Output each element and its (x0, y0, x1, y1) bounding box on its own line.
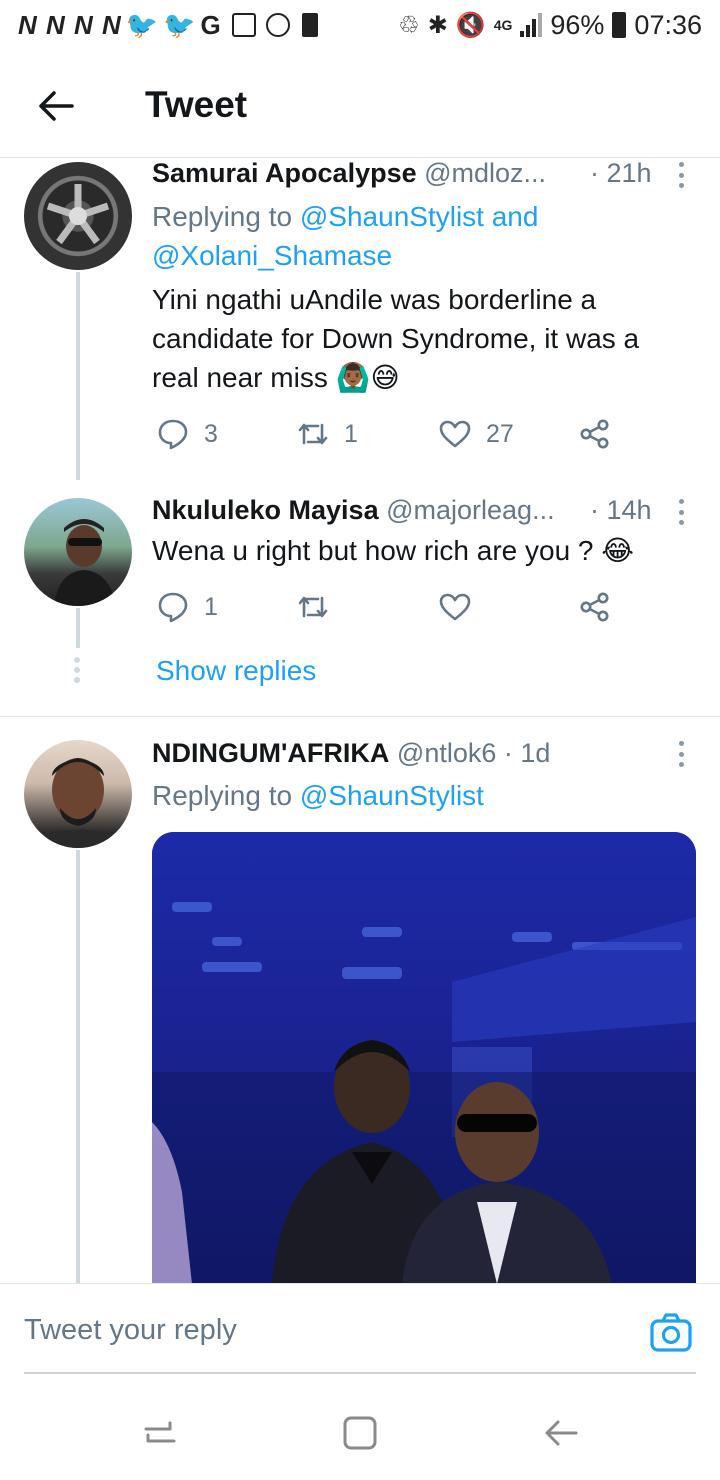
user-name[interactable]: Nkululeko Mayisa (152, 495, 379, 525)
retweet-icon (298, 423, 328, 445)
network-type: 4G (493, 17, 513, 33)
share-icon (580, 419, 609, 449)
more-options-icon[interactable] (676, 741, 686, 767)
retweet-button[interactable] (296, 590, 344, 624)
back-icon[interactable] (542, 1413, 582, 1453)
reply-button[interactable]: 3 (156, 417, 218, 451)
show-replies-link[interactable]: Show replies (156, 655, 316, 687)
thread-line (76, 850, 80, 1284)
more-options-icon[interactable] (676, 162, 686, 188)
tweet-header: NDINGUM'AFRIKA @ntlok6 · 1d (152, 738, 550, 769)
tweet-media-image[interactable] (152, 832, 696, 1284)
camera-icon[interactable] (650, 1312, 692, 1354)
system-icons: ♲ ✱ 🔇 4G 96% 07:36 (398, 10, 702, 41)
retweet-button[interactable]: 1 (296, 417, 358, 451)
mention-link[interactable]: @Xolani_Shamase (152, 240, 392, 271)
recent-apps-icon[interactable] (140, 1413, 180, 1453)
tweet-time: · 21h (590, 158, 652, 188)
tweet-header: Nkululeko Mayisa @majorleag... (152, 495, 555, 526)
thread-line (76, 272, 80, 480)
user-handle[interactable]: @ntlok6 (397, 738, 496, 768)
mention-and: and (483, 201, 539, 232)
input-underline (24, 1372, 696, 1374)
share-button[interactable] (578, 590, 612, 624)
tweet-text-line: Wena u right but how rich are you ? 😂 (152, 535, 635, 566)
more-options-icon[interactable] (676, 499, 686, 525)
sd-card-icon (301, 13, 318, 37)
user-name[interactable]: Samurai Apocalypse (152, 158, 417, 188)
app-header: Tweet (0, 60, 720, 158)
divider (0, 716, 720, 717)
tweet-text-line: Yini ngathi uAndile was borderline a (152, 284, 597, 315)
reply-button[interactable]: 1 (156, 590, 218, 624)
avatar-photo (54, 519, 116, 606)
reply-composer: Tweet your reply (0, 1283, 720, 1391)
reply-icon (158, 419, 188, 450)
tweet-time: · 14h (590, 495, 652, 525)
avatar[interactable] (24, 498, 132, 606)
thread-line (76, 608, 80, 648)
tweet-text-line: candidate for Down Syndrome, it was a (152, 323, 640, 354)
system-nav-bar (0, 1391, 720, 1480)
avatar[interactable] (24, 162, 132, 270)
mention-link[interactable]: @ShaunStylist (300, 780, 484, 811)
replying-to-label: Replying to (152, 780, 300, 811)
replying-to: Replying to @ShaunStylist and @Xolani_Sh… (152, 197, 692, 275)
user-handle[interactable]: @mdloz... (424, 158, 546, 188)
like-button[interactable] (438, 590, 486, 624)
reply-count: 1 (204, 592, 218, 621)
gallery-icon (231, 13, 256, 37)
reply-count: 3 (204, 419, 218, 448)
like-count: 27 (486, 419, 514, 448)
avatar-photo (34, 758, 122, 848)
data-saver-icon: ♲ (398, 11, 420, 39)
thread-continuation-dots (74, 657, 80, 683)
signal-icon (520, 13, 543, 37)
share-icon (580, 592, 609, 622)
heart-icon (439, 593, 471, 621)
wheel-image (46, 184, 110, 245)
tweet-time: · 1d (503, 738, 551, 768)
notification-n-icons: N N N N (18, 9, 122, 40)
user-name[interactable]: NDINGUM'AFRIKA (152, 738, 389, 768)
home-icon[interactable] (340, 1413, 380, 1453)
notification-icons: N N N N 🐦 🐦 G (18, 10, 318, 41)
concert-photo (152, 832, 696, 1284)
retweet-icon (298, 596, 328, 618)
avatar[interactable] (24, 740, 132, 848)
share-button[interactable] (578, 417, 612, 451)
user-handle[interactable]: @majorleag... (386, 495, 554, 525)
like-button[interactable]: 27 (438, 417, 514, 451)
tweet-text: Wena u right but how rich are you ? 😂 (152, 531, 702, 570)
mute-icon: 🔇 (455, 11, 486, 39)
status-bar: N N N N 🐦 🐦 G ♲ ✱ 🔇 4G 96% 07:36 (0, 0, 720, 50)
battery-percent: 96% (550, 9, 605, 40)
twitter-icon: 🐦 (125, 9, 160, 40)
reply-icon (158, 592, 188, 623)
replying-to: Replying to @ShaunStylist (152, 776, 692, 815)
page-title: Tweet (145, 84, 248, 125)
tweet-text: Yini ngathi uAndile was borderline a can… (152, 280, 702, 397)
heart-icon (439, 420, 471, 448)
twitter-icon: 🐦 (163, 9, 197, 40)
clock: 07:36 (634, 9, 702, 40)
google-icon: G (200, 9, 222, 40)
mention-link[interactable]: @ShaunStylist (300, 201, 484, 232)
tweet-text-line: real near miss 🙆🏾‍♂️😅 (152, 362, 400, 393)
bluetooth-icon: ✱ (427, 11, 448, 39)
retweet-count: 1 (344, 419, 358, 448)
reply-input[interactable]: Tweet your reply (24, 1314, 237, 1347)
replying-to-label: Replying to (152, 201, 300, 232)
sync-icon (265, 13, 290, 37)
battery-icon (612, 12, 627, 38)
tweet-header: Samurai Apocalypse @mdloz... (152, 158, 546, 189)
back-arrow-icon[interactable] (34, 84, 78, 128)
